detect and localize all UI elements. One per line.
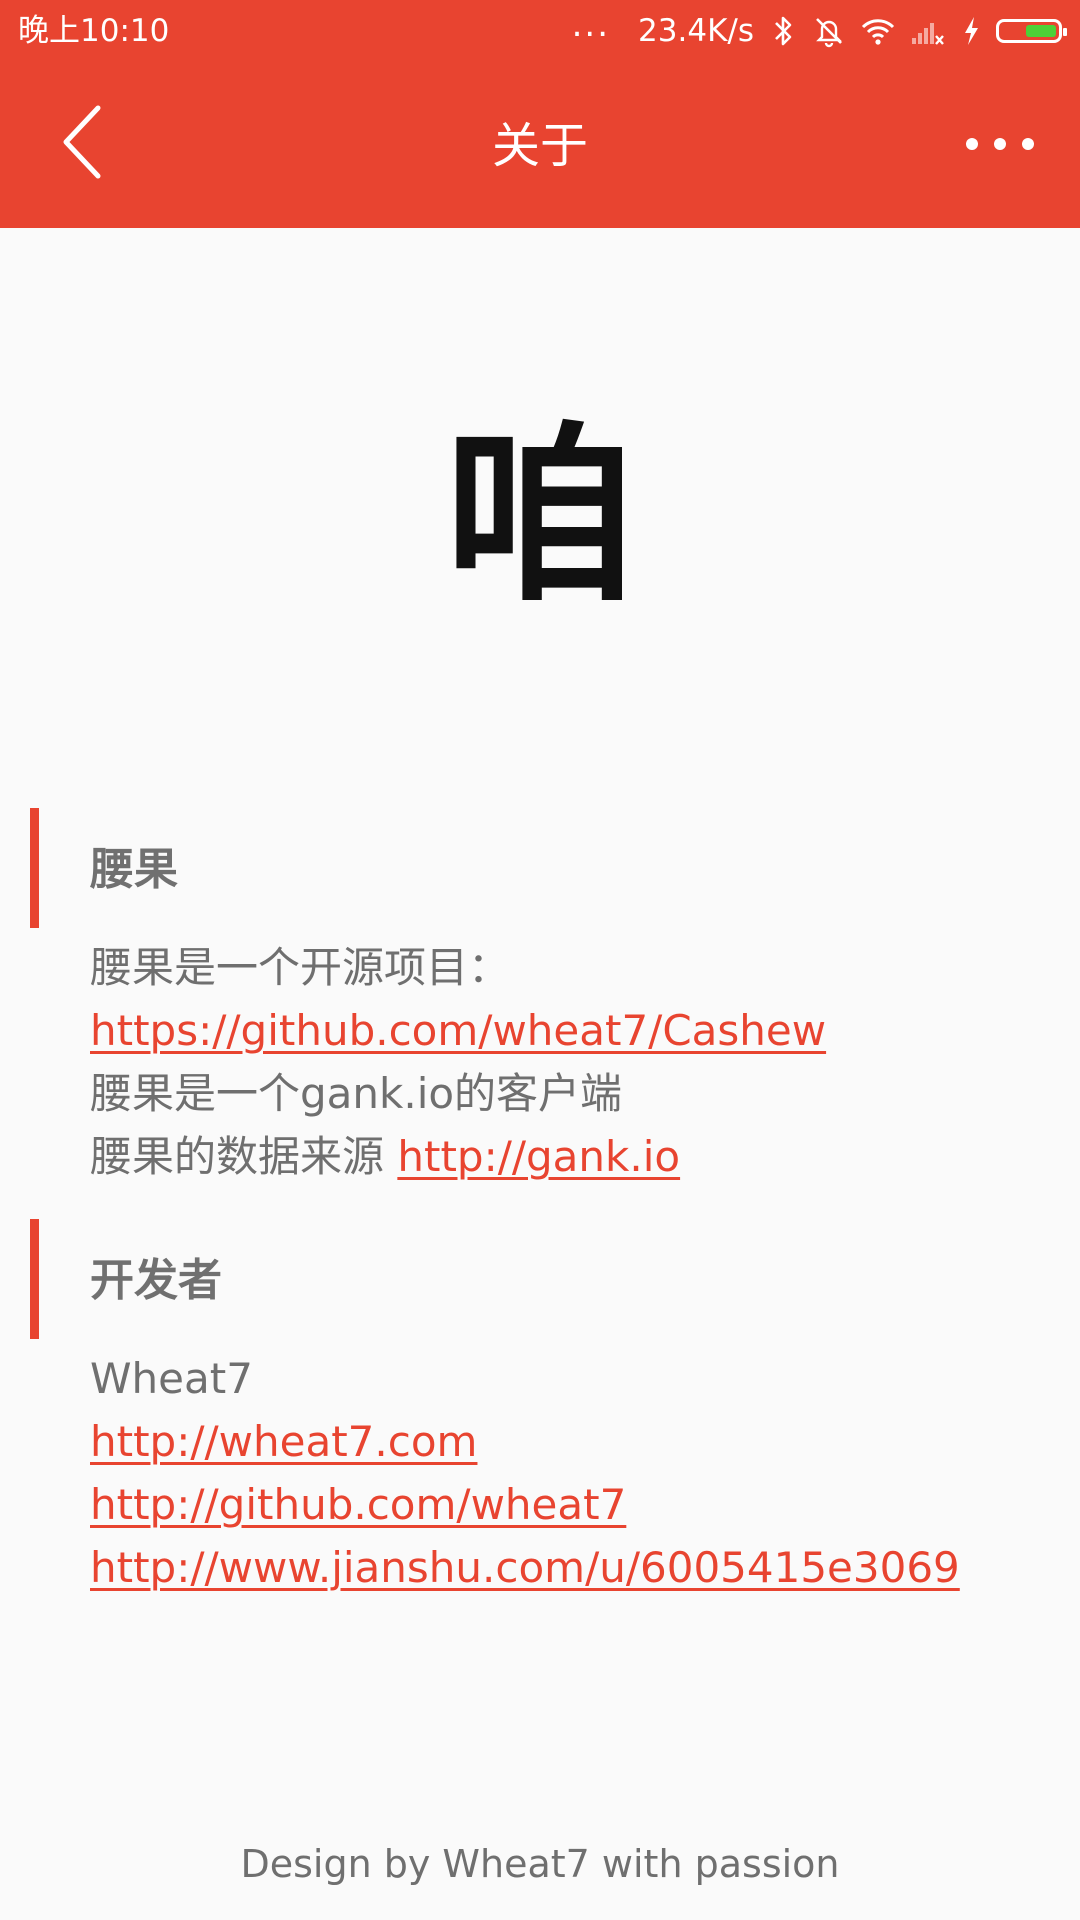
footer-credit: Design by Wheat7 with passion [240, 1842, 840, 1886]
jianshu-link[interactable]: http://www.jianshu.com/u/6005415e3069 [90, 1543, 960, 1592]
status-icons: ... 23.4K/s [571, 5, 1067, 52]
about-intro: 腰果是一个开源项目： [90, 943, 511, 992]
app-bar: 关于 [0, 62, 1080, 228]
more-options-button[interactable] [960, 114, 1040, 174]
more-horizontal-icon [966, 138, 1034, 150]
section-accent-bar [30, 808, 39, 928]
battery-level [1026, 25, 1056, 37]
about-client-desc: 腰果是一个gank.io的客户端 [90, 1069, 623, 1118]
source-link[interactable]: http://gank.io [397, 1132, 680, 1181]
developer-body: Wheat7 http://wheat7.com http://github.c… [90, 1347, 960, 1599]
status-more-dots: ... [571, 5, 611, 45]
developer-name: Wheat7 [90, 1354, 253, 1403]
status-bar: 晚上10:10 ... 23.4K/s [0, 0, 1080, 62]
developer-title: 开发者 [90, 1255, 222, 1306]
network-speed: 23.4K/s [638, 13, 754, 49]
app-logo: 咱 [445, 410, 635, 610]
no-signal-icon [912, 23, 944, 45]
repo-link[interactable]: https://github.com/wheat7/Cashew [90, 1006, 826, 1055]
bluetooth-icon [775, 16, 792, 46]
mute-icon [816, 18, 842, 48]
website-link[interactable]: http://wheat7.com [90, 1417, 477, 1466]
section-accent-bar [30, 1219, 39, 1339]
charging-icon [965, 17, 978, 45]
about-source-prefix: 腰果的数据来源 [90, 1132, 398, 1181]
logo-char: 咱 [445, 410, 635, 610]
page-title: 关于 [491, 118, 588, 174]
status-time: 晚上10:10 [18, 13, 170, 49]
about-body: 腰果是一个开源项目： https://github.com/wheat7/Cas… [90, 936, 826, 1188]
github-link[interactable]: http://github.com/wheat7 [90, 1480, 626, 1529]
about-title: 腰果 [90, 844, 178, 895]
battery-icon [996, 19, 1067, 43]
wifi-icon [861, 19, 895, 45]
